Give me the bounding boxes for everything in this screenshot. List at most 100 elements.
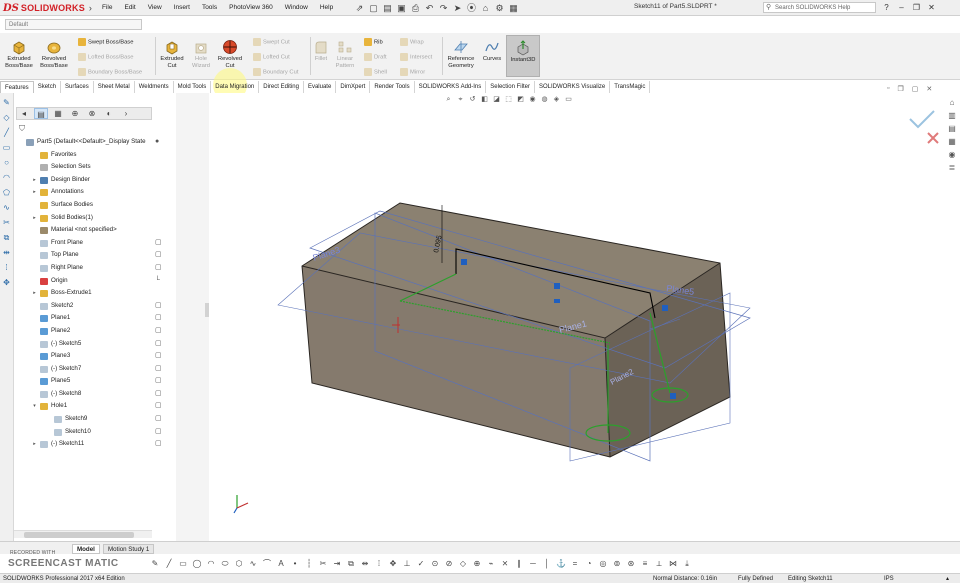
dynamic-annotation-icon[interactable]: ◪: [492, 95, 501, 104]
tab-transmagic[interactable]: TransMagic: [610, 81, 651, 93]
merge-icon[interactable]: ⊛: [626, 559, 636, 569]
repair-tool-icon[interactable]: ✓: [416, 559, 426, 569]
circle-icon[interactable]: ○: [1, 157, 12, 168]
open-folder-icon[interactable]: ▤: [382, 3, 393, 14]
design-library-icon[interactable]: ▥: [946, 110, 958, 121]
tree-item[interactable]: Favorites: [14, 149, 174, 162]
fillet-tool-icon[interactable]: ⌒: [262, 559, 272, 569]
menu-item-help[interactable]: Help: [314, 2, 339, 14]
symmetric-icon[interactable]: ⋈: [668, 559, 678, 569]
mirror-button[interactable]: Mirror: [400, 68, 425, 77]
relations-tool-icon[interactable]: ⊥: [402, 559, 412, 569]
redo-icon[interactable]: ↷: [438, 3, 449, 14]
mirror-tool-icon[interactable]: ⇹: [360, 559, 370, 569]
tree-horizontal-scrollbar[interactable]: [14, 530, 152, 538]
help-search-input[interactable]: ⚲ Search SOLIDWORKS Help: [763, 2, 876, 13]
relation-marker[interactable]: [554, 283, 560, 289]
equal-icon[interactable]: =: [570, 559, 580, 569]
model-tab[interactable]: Model: [72, 544, 100, 554]
tree-item[interactable]: ▸ Solid Bodies(1): [14, 212, 174, 225]
text-tool-icon[interactable]: A: [276, 559, 286, 569]
scrollbar-thumb[interactable]: [24, 532, 134, 538]
tab-mold-tools[interactable]: Mold Tools: [174, 81, 212, 93]
view-orientation-icon[interactable]: ⬚: [504, 95, 513, 104]
polygon-icon[interactable]: ⬠: [1, 187, 12, 198]
shell-button[interactable]: Shell: [364, 68, 387, 77]
extruded-boss-button[interactable]: Extruded Boss/Base: [2, 39, 36, 70]
tab-evaluate[interactable]: Evaluate: [304, 81, 337, 93]
menu-item-insert[interactable]: Insert: [168, 2, 196, 14]
tab-solidworks-visualize[interactable]: SOLIDWORKS Visualize: [535, 81, 611, 93]
wrap-button[interactable]: Wrap: [400, 38, 424, 47]
collinear-icon[interactable]: ≡: [640, 559, 650, 569]
relation-marker[interactable]: [554, 299, 560, 303]
customize-icon[interactable]: ▦: [508, 3, 519, 14]
rectangle-icon[interactable]: ▭: [1, 142, 12, 153]
move-icon[interactable]: ✥: [1, 277, 12, 288]
parallel-icon[interactable]: ∥: [514, 559, 524, 569]
options-gear-icon[interactable]: ⚙: [494, 3, 505, 14]
view-settings-icon[interactable]: ▭: [564, 95, 573, 104]
arc-icon[interactable]: ◠: [1, 172, 12, 183]
solidworks-logo[interactable]: DS SOLIDWORKS ›: [3, 1, 92, 15]
mirror-entities-icon[interactable]: ⇹: [1, 247, 12, 258]
reference-geometry-button[interactable]: Reference Geometry: [443, 39, 479, 70]
tree-item[interactable]: Front Plane: [14, 237, 174, 250]
model-viewport[interactable]: 0.095 Plane3 Plane5 Plane1 Plane2: [210, 93, 960, 541]
tree-item[interactable]: ▸ Boss-Extrude1: [14, 287, 174, 300]
revolved-cut-button[interactable]: Revolved Cut: [214, 39, 246, 70]
select-arrow-icon[interactable]: ➤: [452, 3, 463, 14]
zoom-to-fit-icon[interactable]: ⌕: [444, 95, 453, 104]
menu-item-file[interactable]: File: [96, 2, 118, 14]
arc-tool-icon[interactable]: ◠: [206, 559, 216, 569]
tree-expand-icon[interactable]: ▸: [31, 186, 38, 199]
trim-tool-icon[interactable]: ✂: [318, 559, 328, 569]
tab-sketch[interactable]: Sketch: [34, 81, 62, 93]
custom-properties-icon[interactable]: ≣: [946, 162, 958, 173]
tree-item[interactable]: Sketch10: [14, 426, 174, 439]
viewport-minimize-icon[interactable]: ▫: [887, 85, 889, 93]
tree-item[interactable]: ▸ Annotations: [14, 186, 174, 199]
sketch-tool-icon[interactable]: ✎: [150, 559, 160, 569]
centerline-tool-icon[interactable]: ┆: [304, 559, 314, 569]
circle-tool-icon[interactable]: ◯: [192, 559, 202, 569]
dimxpert-manager-tab-icon[interactable]: ⊗: [85, 108, 99, 119]
relation-marker[interactable]: [662, 305, 668, 311]
menu-item-window[interactable]: Window: [279, 2, 314, 14]
move-tool-icon[interactable]: ✥: [388, 559, 398, 569]
rebuild-icon[interactable]: ⌂: [480, 3, 491, 14]
lofted-boss-button[interactable]: Lofted Boss/Base: [78, 53, 133, 62]
instant3d-button[interactable]: Instant3D: [506, 35, 540, 77]
quick-snaps-icon[interactable]: ⊙: [430, 559, 440, 569]
tree-item[interactable]: Material <not specified>: [14, 224, 174, 237]
tab-surfaces[interactable]: Surfaces: [61, 81, 94, 93]
fix-icon[interactable]: ⚓: [556, 559, 566, 569]
tree-item[interactable]: ▾ Hole1: [14, 400, 174, 413]
extruded-cut-button[interactable]: Extruded Cut: [157, 39, 187, 70]
save-icon[interactable]: ▣: [396, 3, 407, 14]
tree-item[interactable]: ▸ (-) Sketch11: [14, 438, 174, 451]
rectangle-tool-icon[interactable]: ▭: [178, 559, 188, 569]
help-icon[interactable]: ?: [880, 1, 893, 14]
relation-marker[interactable]: [670, 393, 676, 399]
tab-data-migration[interactable]: Data Migration: [211, 81, 260, 93]
menu-item-edit[interactable]: Edit: [118, 2, 141, 14]
chevron-right-icon[interactable]: ›: [89, 3, 92, 13]
file-explorer-icon[interactable]: ▤: [946, 123, 958, 134]
section-view-icon[interactable]: ◧: [480, 95, 489, 104]
menu-item-tools[interactable]: Tools: [196, 2, 223, 14]
tree-item[interactable]: Plane3: [14, 350, 174, 363]
tab-direct-editing[interactable]: Direct Editing: [259, 81, 304, 93]
tab-selection-filter[interactable]: Selection Filter: [486, 81, 535, 93]
convert-entities-icon[interactable]: ⌁: [486, 559, 496, 569]
tree-item[interactable]: Plane2: [14, 325, 174, 338]
fillet-button[interactable]: Fillet: [311, 39, 331, 63]
exit-sketch-icon[interactable]: [927, 132, 939, 144]
swept-boss-button[interactable]: Swept Boss/Base: [78, 38, 133, 47]
construction-icon[interactable]: ⊘: [444, 559, 454, 569]
line-icon[interactable]: ╱: [1, 127, 12, 138]
sketch-icon[interactable]: ✎: [1, 97, 12, 108]
configuration-manager-tab-icon[interactable]: ⊕: [68, 108, 82, 119]
traffic-light-icon[interactable]: ⦿: [466, 3, 477, 14]
new-document-icon[interactable]: ▢: [368, 3, 379, 14]
